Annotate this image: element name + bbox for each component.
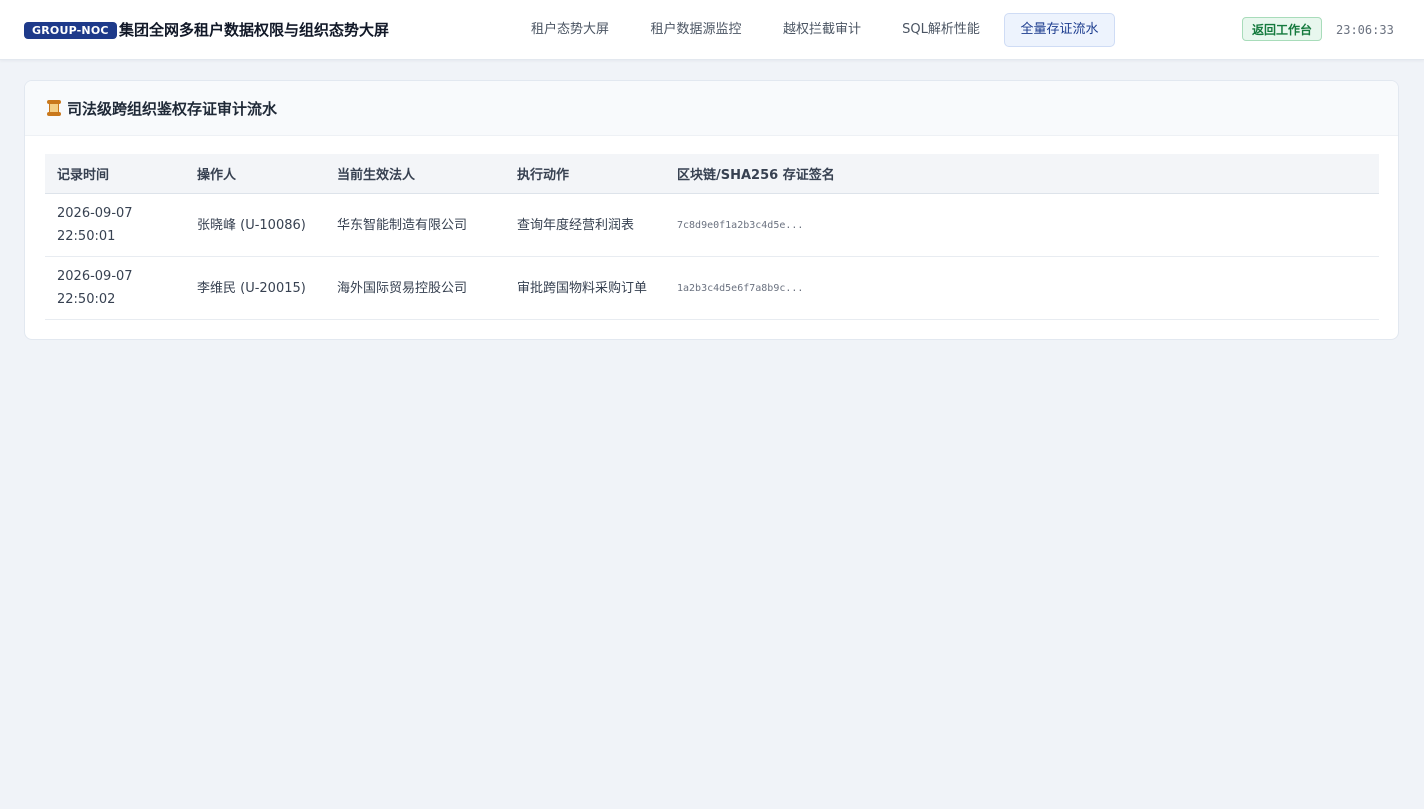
table-row: 2026-09-07 22:50:01 张晓峰 (U-10086) 华东智能制造… <box>45 193 1379 257</box>
cell-time: 22:50:02 <box>57 292 116 307</box>
brand-badge: GROUP-NOC <box>24 22 117 39</box>
audit-table-wrap: 记录时间 操作人 当前生效法人 执行动作 区块链/SHA256 存证签名 202… <box>45 154 1379 320</box>
cell-entity: 海外国际贸易控股公司 <box>325 256 505 320</box>
cell-action: 审批跨国物料采购订单 <box>505 256 665 320</box>
tab-tenant-dashboard[interactable]: 租户态势大屏 <box>515 13 625 47</box>
cell-operator: 张晓峰 (U-10086) <box>185 193 325 257</box>
col-header-operator: 操作人 <box>185 154 325 194</box>
col-header-signature: 区块链/SHA256 存证签名 <box>665 154 1379 194</box>
card-title: 司法级跨组织鉴权存证审计流水 <box>67 99 278 118</box>
cell-signature: 7c8d9e0f1a2b3c4d5e... <box>665 193 1379 257</box>
cell-action: 查询年度经营利润表 <box>505 193 665 257</box>
col-header-entity: 当前生效法人 <box>325 154 505 194</box>
top-bar: GROUP-NOC 集团全网多租户数据权限与组织态势大屏 租户态势大屏 租户数据… <box>0 0 1424 60</box>
tab-evidence-ledger[interactable]: 全量存证流水 <box>1004 13 1115 47</box>
scroll-icon <box>47 100 61 116</box>
col-header-time: 记录时间 <box>45 154 185 194</box>
cell-date: 2026-09-07 <box>57 269 133 284</box>
clock: 23:06:33 <box>1336 23 1394 37</box>
card-header: 司法级跨组织鉴权存证审计流水 <box>25 81 1398 136</box>
cell-time: 22:50:01 <box>57 229 116 244</box>
tab-overreach-audit[interactable]: 越权拦截审计 <box>767 13 877 47</box>
audit-ledger-card: 司法级跨组织鉴权存证审计流水 记录时间 操作人 当前生效法人 执行动作 区块链/… <box>24 80 1399 340</box>
cell-date: 2026-09-07 <box>57 206 133 221</box>
app-title: 集团全网多租户数据权限与组织态势大屏 <box>119 21 390 39</box>
col-header-action: 执行动作 <box>505 154 665 194</box>
table-row: 2026-09-07 22:50:02 李维民 (U-20015) 海外国际贸易… <box>45 256 1379 320</box>
cell-record-time: 2026-09-07 22:50:01 <box>45 193 185 257</box>
cell-signature: 1a2b3c4d5e6f7a8b9c... <box>665 256 1379 320</box>
tab-datasource-monitor[interactable]: 租户数据源监控 <box>633 13 759 47</box>
cell-entity: 华东智能制造有限公司 <box>325 193 505 257</box>
cell-operator: 李维民 (U-20015) <box>185 256 325 320</box>
table-header-row: 记录时间 操作人 当前生效法人 执行动作 区块链/SHA256 存证签名 <box>45 154 1379 194</box>
cell-record-time: 2026-09-07 22:50:02 <box>45 256 185 320</box>
audit-table: 记录时间 操作人 当前生效法人 执行动作 区块链/SHA256 存证签名 202… <box>45 154 1379 320</box>
tab-sql-performance[interactable]: SQL解析性能 <box>885 13 997 47</box>
back-to-workbench-button[interactable]: 返回工作台 <box>1242 17 1322 41</box>
